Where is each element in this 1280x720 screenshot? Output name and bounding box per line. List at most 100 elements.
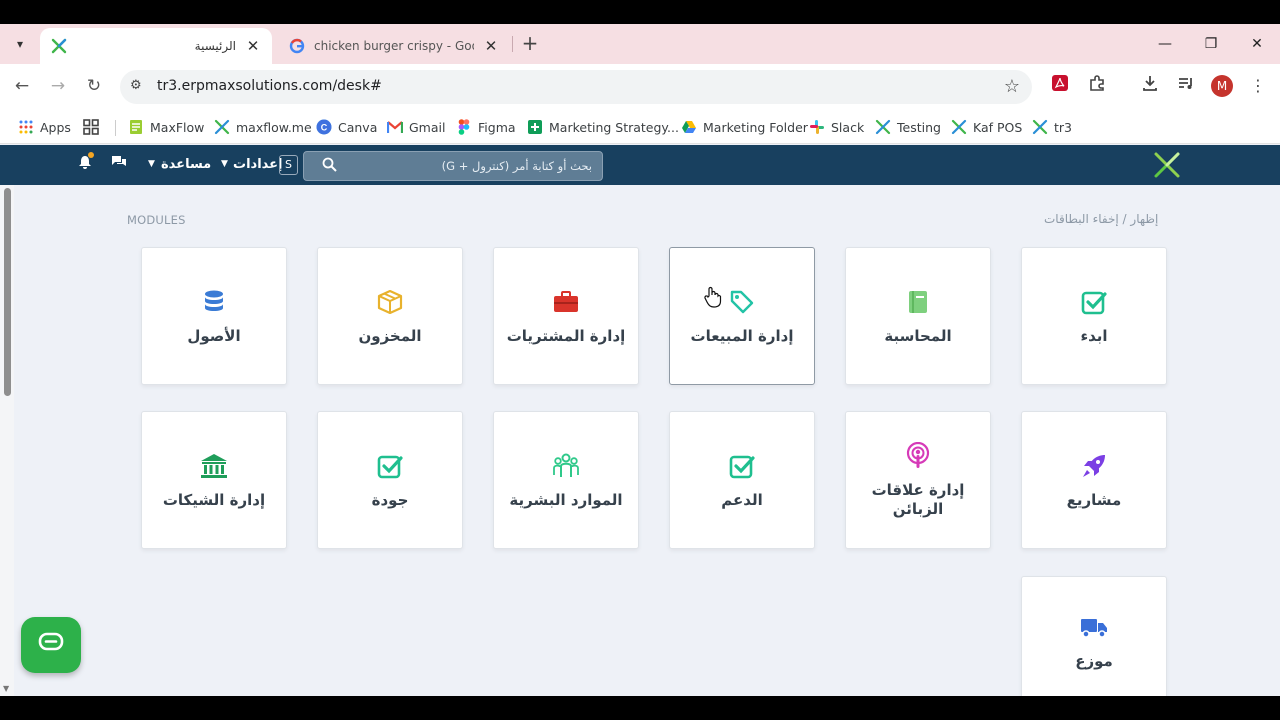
bookmark-tab-groups[interactable] [83,117,105,137]
bookmark-testing[interactable]: Testing [875,117,941,137]
x-logo-icon [50,37,68,55]
tab-strip: ▾ الرئيسية ✕ chicken burger crispy - Goo… [0,24,1280,64]
url-text[interactable]: tr3.erpmaxsolutions.com/desk# [157,78,382,94]
apps-grid-icon [18,119,34,135]
back-arrow-icon[interactable]: ← [10,74,34,98]
restore-icon[interactable]: ❐ [1188,30,1234,58]
awesome-search-input[interactable]: بحث أو كتابة أمر (كنترول + G) [303,151,603,181]
google-icon [288,37,306,55]
bookmark-tr3[interactable]: tr3 [1032,117,1072,137]
x-logo-icon [1032,119,1048,135]
svg-text:C: C [321,123,328,133]
module-card-quality[interactable]: جودة [317,411,463,549]
reload-icon[interactable]: ↻ [82,74,106,98]
module-card-buying[interactable]: إدارة المشتريات [493,247,639,385]
figma-icon [456,119,472,135]
module-card-distributor[interactable]: موزع [1021,576,1167,696]
address-bar[interactable]: ⚙ tr3.erpmaxsolutions.com/desk# ☆ [120,70,1032,104]
close-tab-icon[interactable]: ✕ [244,37,262,55]
bookmark-maxflow-me[interactable]: maxflow.me [214,117,312,137]
checkbox-icon [727,451,757,481]
app-logo-icon[interactable] [1152,150,1182,180]
module-card-getting-started[interactable]: ابدء [1021,247,1167,385]
settings-badge: S [279,155,298,175]
bookmark-kaf-pos[interactable]: Kaf POS [951,117,1022,137]
show-hide-cards-link[interactable]: إظهار / إخفاء البطاقات [1044,212,1158,226]
tab-google-search[interactable]: chicken burger crispy - Google ✕ [278,28,510,64]
settings-menu[interactable]: إعدادات [233,157,283,172]
bookmark-slack[interactable]: Slack [809,117,864,137]
chat-bubbles-icon[interactable] [111,155,127,173]
database-icon [199,287,229,317]
tab-title: chicken burger crispy - Google [314,39,474,53]
module-card-assets[interactable]: الأصول [141,247,287,385]
chat-bubble-icon [38,632,64,658]
scroll-down-arrow-icon[interactable]: ▼ [3,684,9,693]
search-placeholder: بحث أو كتابة أمر (كنترول + G) [441,159,592,173]
forward-arrow-icon[interactable]: → [46,74,70,98]
pdf-extension-icon[interactable] [1048,74,1072,98]
chat-widget-button[interactable] [21,617,81,673]
box-icon [375,287,405,317]
bookmark-separator [115,120,116,136]
bookmark-star-icon[interactable]: ☆ [1004,76,1020,97]
x-logo-icon [875,119,891,135]
sheets-icon [527,119,543,135]
chevron-down-icon[interactable]: ▼ [221,159,228,169]
extensions-puzzle-icon[interactable] [1085,74,1109,98]
scrollbar-thumb[interactable] [4,188,11,396]
truck-icon [1079,612,1109,642]
rocket-icon [1079,451,1109,481]
x-logo-icon [214,119,230,135]
module-card-selling[interactable]: إدارة المبيعات [669,247,815,385]
new-tab-plus-icon[interactable]: + [518,32,542,56]
notification-dot [88,152,94,158]
slack-icon [809,119,825,135]
close-tab-icon[interactable]: ✕ [482,37,500,55]
tab-title: الرئيسية [194,39,236,53]
tab-search-chevron-icon[interactable]: ▾ [8,32,32,56]
download-icon[interactable] [1138,74,1162,98]
bookmark-marketing-folder[interactable]: Marketing Folder [681,117,808,137]
checkbox-icon [375,451,405,481]
module-card-cheques[interactable]: إدارة الشيكات [141,411,287,549]
bookmark-apps[interactable]: Apps [18,117,71,137]
bookmarks-bar: Apps MaxFlow maxflow.me C Canva Gmail Fi… [0,108,1280,144]
modules-heading: MODULES [127,213,186,227]
maxflow-icon [128,119,144,135]
module-card-hr[interactable]: الموارد البشرية [493,411,639,549]
profile-avatar[interactable]: M [1211,75,1233,97]
gmail-icon [387,119,403,135]
module-card-stock[interactable]: المخزون [317,247,463,385]
search-icon [322,157,337,176]
bookmark-maxflow[interactable]: MaxFlow [128,117,204,137]
site-info-icon[interactable]: ⚙ [130,78,142,93]
canva-icon: C [316,119,332,135]
app-navbar: ▼ مساعدة ▼ إعدادات S بحث أو كتابة أمر (ك… [0,145,1280,185]
tag-icon [727,287,757,317]
minimize-icon[interactable]: — [1142,30,1188,58]
tab-groups-icon [83,119,99,135]
desk-modules-area: MODULES إظهار / إخفاء البطاقات ابدء المح… [0,185,1280,696]
people-icon [551,451,581,481]
bookmark-marketing-strategy[interactable]: Marketing Strategy... [527,117,679,137]
media-control-icon[interactable] [1174,74,1198,98]
kebab-menu-icon[interactable]: ⋮ [1246,74,1270,98]
tab-separator [512,36,513,52]
bank-icon [199,451,229,481]
chevron-down-icon[interactable]: ▼ [148,159,155,169]
drive-icon [681,119,697,135]
checkbox-icon [1079,287,1109,317]
module-card-projects[interactable]: مشاريع [1021,411,1167,549]
bookmark-figma[interactable]: Figma [456,117,516,137]
bookmark-canva[interactable]: C Canva [316,117,377,137]
module-card-support[interactable]: الدعم [669,411,815,549]
module-card-accounting[interactable]: المحاسبة [845,247,991,385]
bookmark-gmail[interactable]: Gmail [387,117,445,137]
hand-cursor-icon [704,286,722,313]
module-card-crm[interactable]: إدارة علاقات الزبائن [845,411,991,549]
help-menu[interactable]: مساعدة [161,157,211,172]
briefcase-icon [551,287,581,317]
close-window-icon[interactable]: ✕ [1234,30,1280,58]
tab-home[interactable]: الرئيسية ✕ [40,28,272,64]
